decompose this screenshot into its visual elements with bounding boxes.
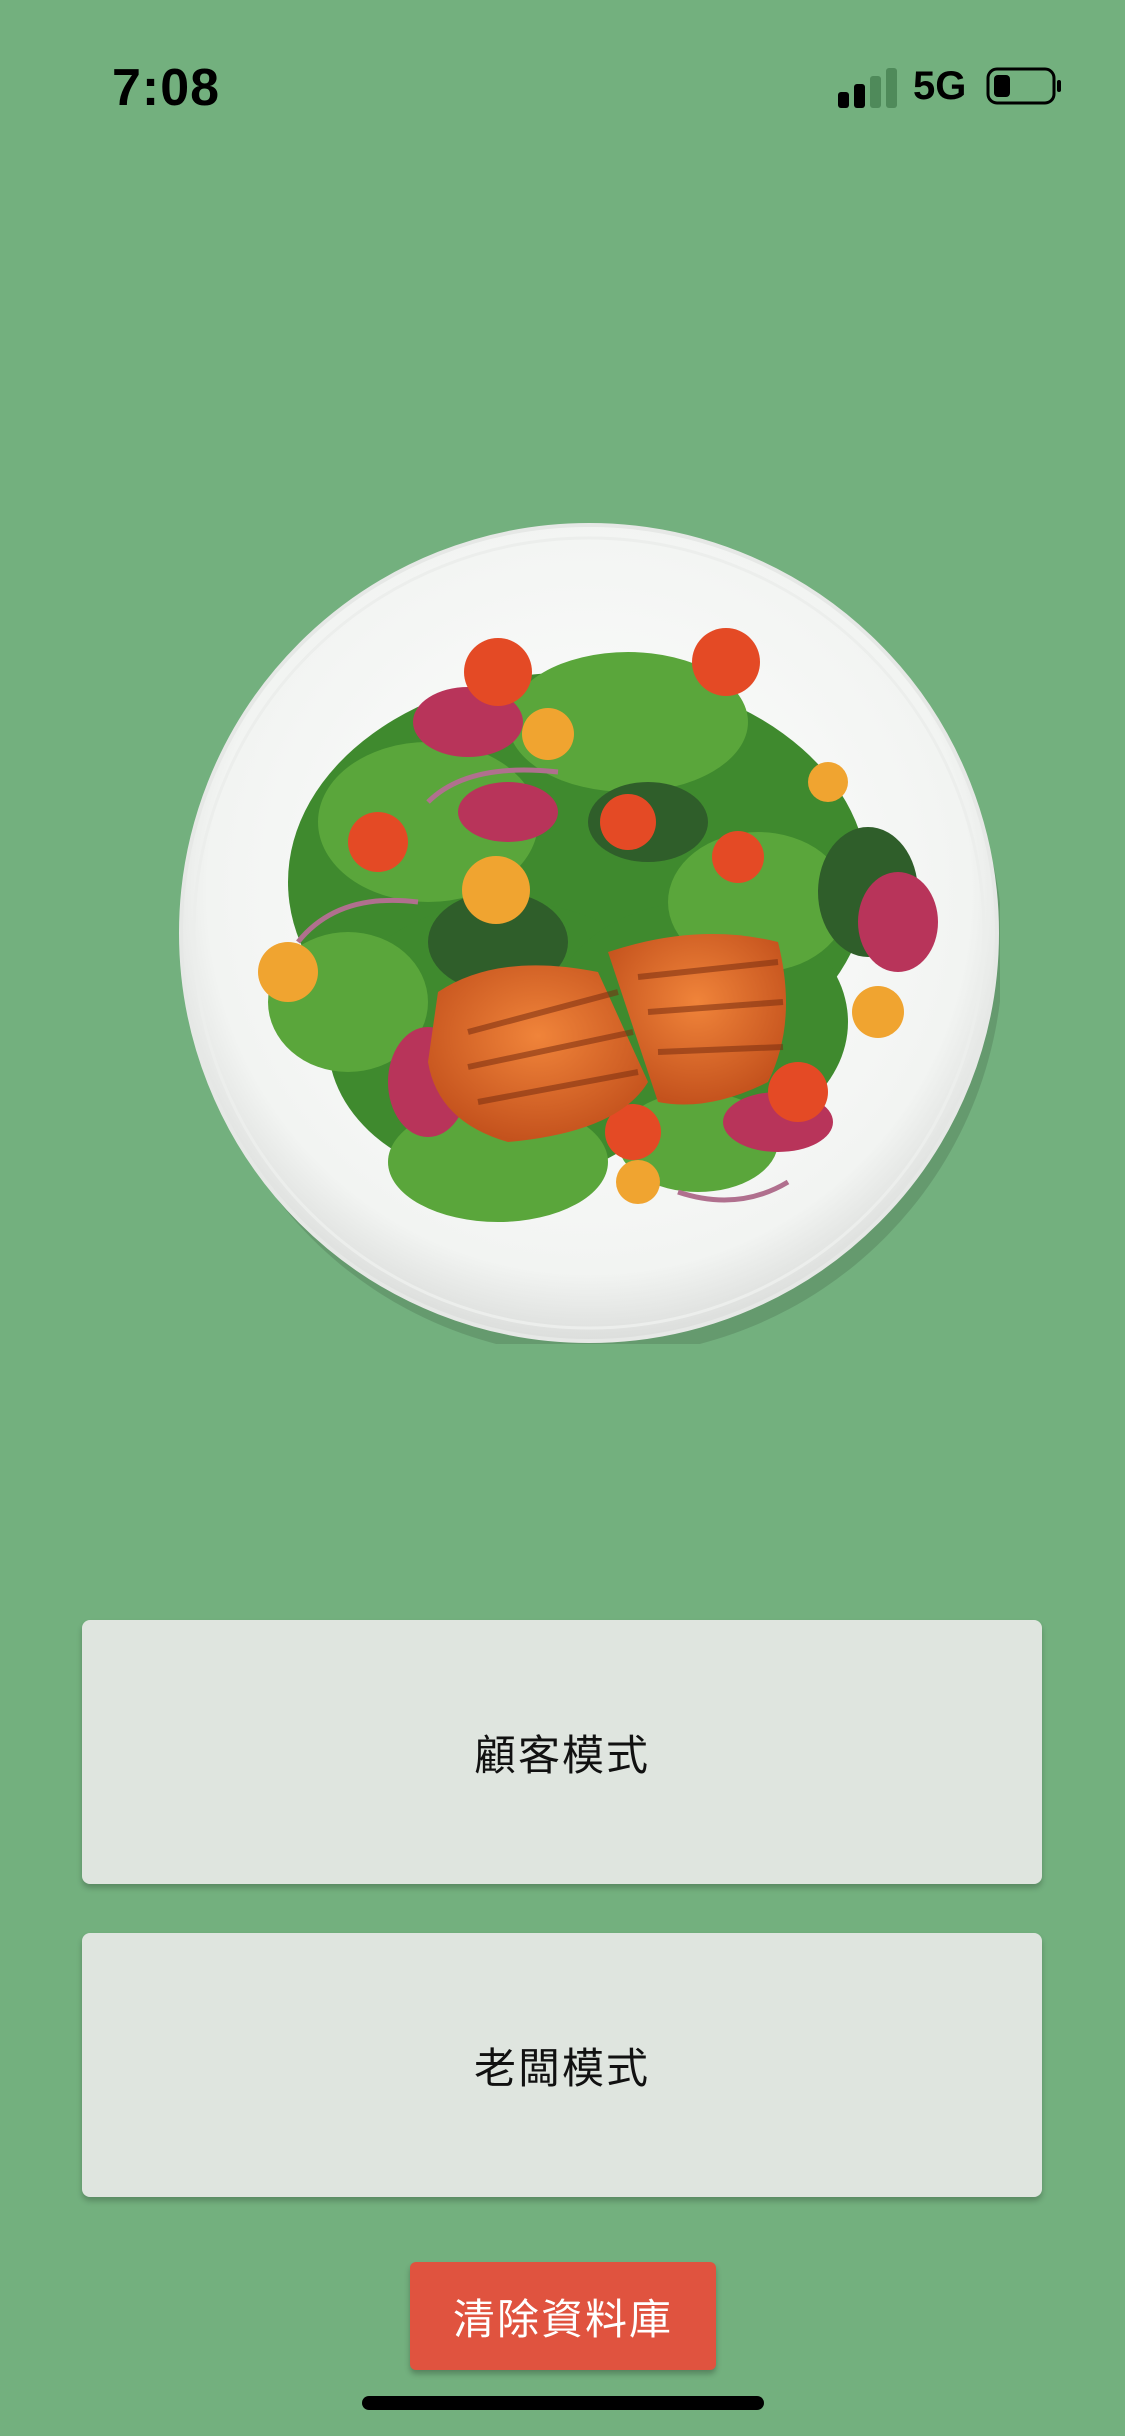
signal-bar bbox=[838, 92, 849, 108]
signal-bar bbox=[886, 68, 897, 108]
battery-icon bbox=[986, 67, 1061, 105]
customer-mode-button[interactable]: 顧客模式 bbox=[82, 1620, 1042, 1884]
network-type: 5G bbox=[913, 64, 967, 108]
owner-mode-button[interactable]: 老闆模式 bbox=[82, 1933, 1042, 2197]
salad-plate-image bbox=[178, 522, 1003, 1357]
status-time: 7:08 bbox=[112, 59, 221, 117]
customer-mode-label: 顧客模式 bbox=[473, 1730, 650, 1780]
home-indicator bbox=[362, 2396, 764, 2410]
signal-bar bbox=[854, 84, 865, 108]
signal-bar bbox=[870, 76, 881, 108]
clear-database-button[interactable]: 清除資料庫 bbox=[410, 2262, 716, 2370]
clear-database-label: 清除資料庫 bbox=[452, 2294, 673, 2344]
status-bar: 7:08 5G bbox=[0, 0, 1125, 150]
signal-strength-icon bbox=[838, 66, 898, 108]
owner-mode-label: 老闆模式 bbox=[473, 2043, 650, 2093]
